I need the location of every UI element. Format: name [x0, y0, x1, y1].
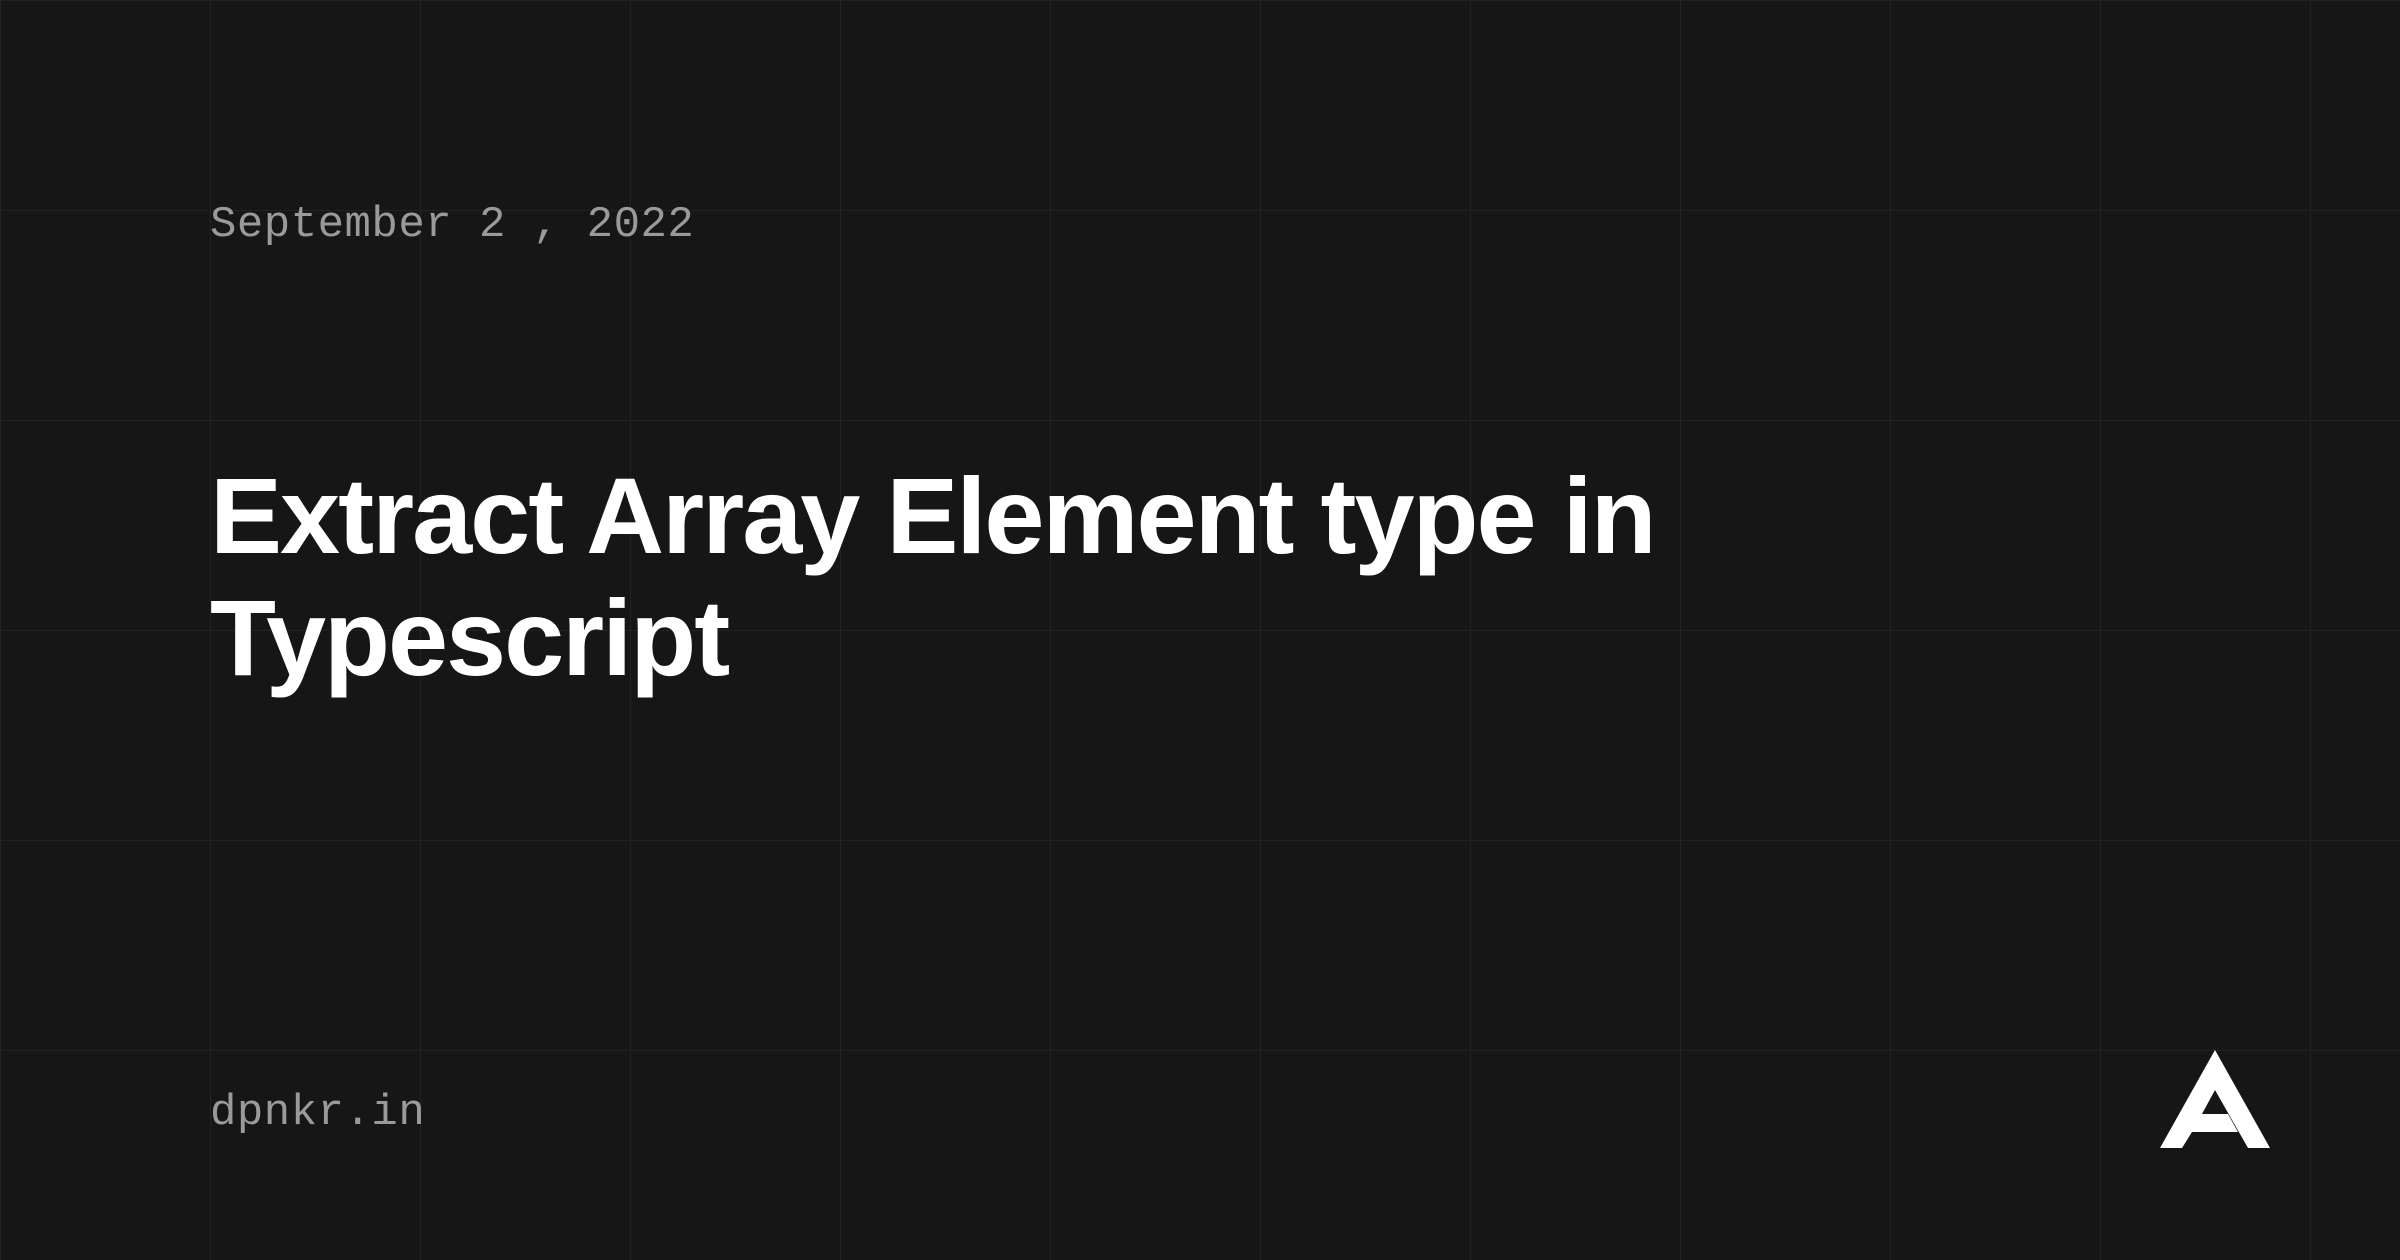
article-title: Extract Array Element type in Typescript — [210, 455, 2190, 699]
site-url: dpnkr.in — [210, 1088, 425, 1138]
site-logo-icon — [2160, 1050, 2270, 1148]
content-container: September 2 , 2022 Extract Array Element… — [210, 200, 2190, 699]
article-date: September 2 , 2022 — [210, 200, 2190, 250]
